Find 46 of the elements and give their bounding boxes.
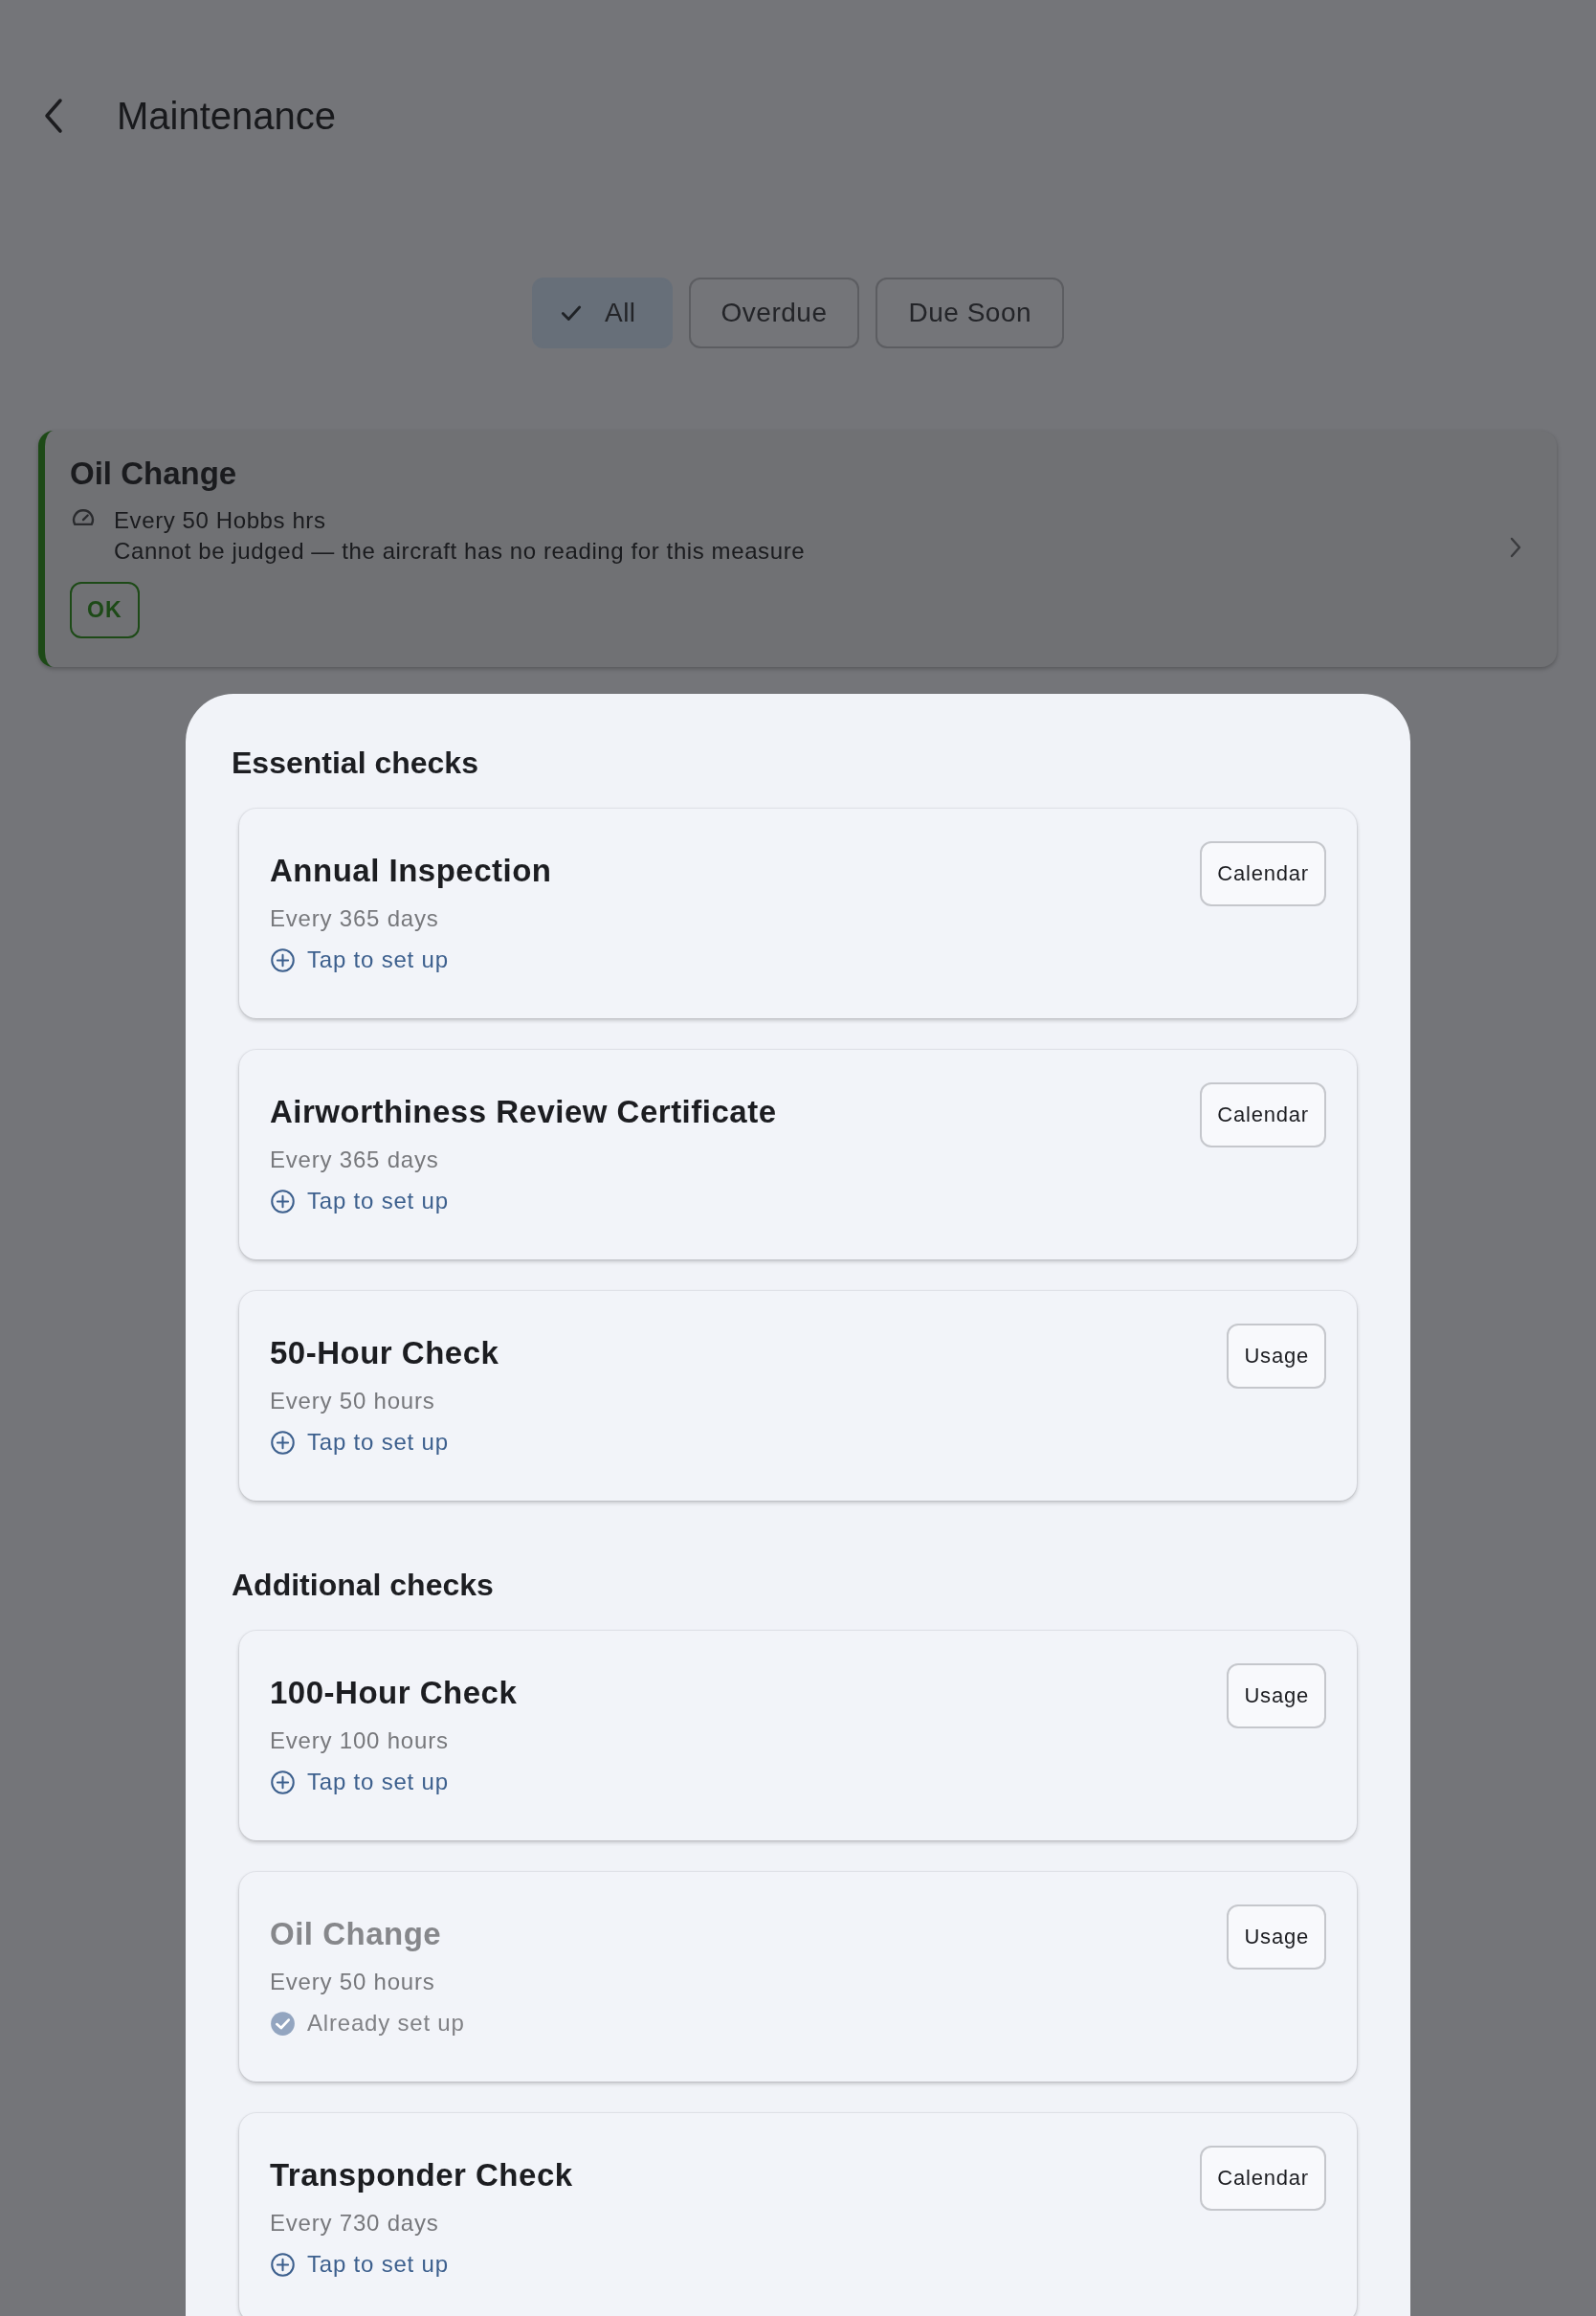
add-circle-icon (270, 1769, 296, 1795)
check-title: Transponder Check (270, 2156, 573, 2194)
type-tag: Usage (1227, 1663, 1326, 1728)
check-title: Oil Change (270, 1915, 443, 1953)
action-text: Tap to set up (307, 1429, 449, 1456)
action-text: Tap to set up (307, 946, 449, 973)
back-icon[interactable] (42, 97, 65, 135)
type-tag: Usage (1227, 1904, 1326, 1970)
add-circle-icon (270, 946, 296, 973)
check-interval: Every 50 hours (270, 1387, 436, 1415)
section-heading: Essential checks (232, 745, 479, 782)
page-title: Maintenance (117, 94, 337, 138)
check-card[interactable]: Annual Inspection Every 365 days Tap to set up Calendar (239, 809, 1357, 1018)
check-interval: Every 365 days (270, 904, 440, 933)
type-tag: Calendar (1200, 2146, 1326, 2211)
check-title: Airworthiness Review Certificate (270, 1093, 777, 1131)
action-text: Tap to set up (307, 1769, 449, 1795)
section-heading: Additional checks (232, 1567, 495, 1604)
task-interval: Every 50 Hobbs hrs (114, 506, 327, 535)
task-title: Oil Change (70, 456, 238, 492)
check-card[interactable]: Airworthiness Review Certificate Every 365 days Tap to set up Calendar (239, 1050, 1357, 1259)
check-card[interactable]: 50-Hour Check Every 50 hours Tap to set up Usage (239, 1291, 1357, 1501)
check-interval: Every 730 days (270, 2209, 440, 2238)
add-circle-icon (270, 1429, 296, 1456)
check-interval: Every 365 days (270, 1146, 440, 1174)
status-badge: OK (70, 582, 140, 638)
action-text: Tap to set up (307, 2251, 449, 2278)
action-text: Tap to set up (307, 1188, 449, 1214)
check-card[interactable]: 100-Hour Check Every 100 hours Tap to set up Usage (239, 1631, 1357, 1840)
type-tag: Calendar (1200, 1082, 1326, 1147)
check-title: 50-Hour Check (270, 1334, 499, 1372)
check-title: 100-Hour Check (270, 1674, 518, 1712)
check-circle-icon (270, 2010, 296, 2037)
action-text: Already set up (307, 2010, 465, 2037)
check-card[interactable]: Transponder Check Every 730 days Tap to set up Calendar (239, 2113, 1357, 2316)
task-note: Cannot be judged — the aircraft has no reading for this measure (114, 537, 806, 566)
add-circle-icon (270, 2251, 296, 2278)
type-tag: Usage (1227, 1324, 1326, 1389)
add-circle-icon (270, 1188, 296, 1214)
task-card[interactable]: Oil Change Every 50 Hobbs hrs Cannot be judged — the aircraft has no reading for this measure OK (38, 431, 1557, 667)
type-tag: Calendar (1200, 841, 1326, 906)
check-title: Annual Inspection (270, 852, 552, 890)
chevron-right-icon (1509, 535, 1522, 559)
check-interval: Every 50 hours (270, 1968, 436, 1996)
check-card[interactable]: Oil Change Every 50 hours Already set up Usage (239, 1872, 1357, 2082)
check-interval: Every 100 hours (270, 1726, 450, 1755)
